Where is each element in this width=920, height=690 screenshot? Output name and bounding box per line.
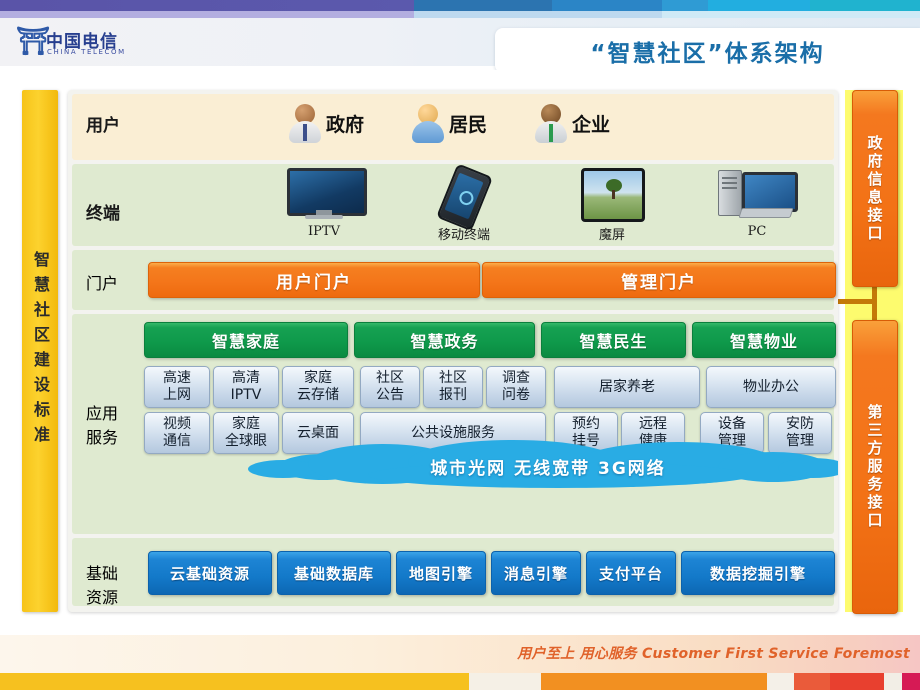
- application-category-row: 智慧家庭 智慧政务 智慧民生 智慧物业: [144, 322, 836, 358]
- network-cloud: 城市光网 无线宽带 3G网络: [248, 438, 838, 492]
- terminal-iptv-label: IPTV: [308, 224, 340, 239]
- slide-root: ⛩ 中国电信 CHINA TELECOM “智慧社区”体系架构 智慧社区建设标准…: [0, 0, 920, 690]
- base-message-engine[interactable]: 消息引擎: [491, 551, 581, 595]
- footer-color-bar: [0, 673, 920, 690]
- terminal-list: IPTV 移动终端 魔屏 PC: [222, 163, 822, 246]
- category-smart-gov[interactable]: 智慧政务: [354, 322, 535, 358]
- footer-slogan: 用户至上 用心服务 Customer First Service Foremos…: [517, 646, 910, 662]
- user-list: 政府 居民 企业: [287, 102, 610, 144]
- top-color-bar: [0, 0, 920, 11]
- terminal-layer-label: 终端: [86, 204, 120, 224]
- service-community-press[interactable]: 社区 报刊: [423, 366, 483, 408]
- user-enterprise-label: 企业: [572, 113, 611, 136]
- telecom-mark-icon: ⛩: [16, 26, 51, 57]
- page-footer: 用户至上 用心服务 Customer First Service Foremos…: [0, 635, 920, 690]
- page-header: ⛩ 中国电信 CHINA TELECOM “智慧社区”体系架构: [0, 18, 920, 73]
- service-home-cloud-storage[interactable]: 家庭 云存储: [282, 366, 354, 408]
- terminal-iptv: IPTV: [264, 168, 384, 239]
- china-telecom-logo: ⛩ 中国电信 CHINA TELECOM: [16, 26, 146, 62]
- terminal-pc-label: PC: [747, 224, 767, 239]
- user-avatar-enterprise-icon: [533, 102, 569, 144]
- base-map-engine[interactable]: 地图引擎: [396, 551, 486, 595]
- category-smart-life[interactable]: 智慧民生: [541, 322, 686, 358]
- user-enterprise: 企业: [533, 102, 610, 144]
- top-color-bar-secondary: [0, 11, 920, 18]
- category-smart-home[interactable]: 智慧家庭: [144, 322, 348, 358]
- terminal-magicscreen: 魔屏: [552, 168, 672, 243]
- user-government-label: 政府: [326, 113, 365, 136]
- user-layer-band: 用户 政府 居民 企业: [72, 94, 834, 160]
- terminal-layer-band: 终端 IPTV 移动终端 魔屏 PC: [72, 163, 834, 246]
- service-hd-iptv[interactable]: 高清 IPTV: [213, 366, 279, 408]
- base-database[interactable]: 基础数据库: [277, 551, 391, 595]
- user-portal-button[interactable]: 用户门户: [148, 262, 480, 298]
- left-sidebar-label: 智慧社区建设标准: [31, 251, 50, 451]
- desktop-pc-icon: [697, 168, 817, 222]
- architecture-panel: 用户 政府 居民 企业 终端 IPTV 移动终端 魔屏 PC 门户 用户门户 管…: [68, 90, 838, 612]
- category-smart-property[interactable]: 智慧物业: [692, 322, 836, 358]
- third-party-interface-label: 第三方服务接口: [865, 404, 884, 530]
- user-avatar-government-icon: [287, 102, 323, 144]
- logo-english-text: CHINA TELECOM: [47, 48, 126, 56]
- service-survey[interactable]: 调查 问卷: [486, 366, 546, 408]
- third-party-interface-button[interactable]: 第三方服务接口: [852, 320, 898, 614]
- user-resident: 居民: [410, 102, 487, 144]
- diagram-canvas: 智慧社区建设标准 政府信息接口 第三方服务接口 用户 政府 居民 企业 终端 I…: [0, 70, 920, 635]
- service-high-speed-internet[interactable]: 高速 上网: [144, 366, 210, 408]
- management-portal-button[interactable]: 管理门户: [482, 262, 836, 298]
- left-standard-sidebar: 智慧社区建设标准: [22, 90, 58, 612]
- gov-interface-label: 政府信息接口: [865, 134, 884, 243]
- network-cloud-label: 城市光网 无线宽带 3G网络: [430, 459, 666, 479]
- page-title: “智慧社区”体系架构: [590, 40, 825, 67]
- user-layer-label: 用户: [86, 116, 120, 136]
- terminal-magicscreen-label: 魔屏: [598, 228, 625, 243]
- terminal-mobile: 移动终端: [404, 163, 524, 243]
- tablet-icon: [552, 168, 672, 222]
- base-layer-label: 基础 资源: [86, 564, 119, 607]
- user-avatar-resident-icon: [410, 102, 446, 144]
- service-video-communication[interactable]: 视频 通信: [144, 412, 210, 454]
- base-data-mining[interactable]: 数据挖掘引擎: [681, 551, 835, 595]
- tv-monitor-icon: [264, 168, 384, 222]
- gov-interface-button[interactable]: 政府信息接口: [852, 90, 898, 287]
- mobile-phone-icon: [404, 163, 524, 232]
- title-banner: “智慧社区”体系架构: [495, 28, 920, 73]
- user-resident-label: 居民: [449, 113, 488, 136]
- base-cloud-resources[interactable]: 云基础资源: [148, 551, 272, 595]
- service-community-notice[interactable]: 社区 公告: [360, 366, 420, 408]
- service-property-office[interactable]: 物业办公: [706, 366, 836, 408]
- service-home-elderly-care[interactable]: 居家养老: [554, 366, 700, 408]
- terminal-pc: PC: [697, 168, 817, 239]
- portal-layer-label: 门户: [86, 274, 119, 293]
- user-government: 政府: [287, 102, 364, 144]
- base-payment-platform[interactable]: 支付平台: [586, 551, 676, 595]
- application-layer-label: 应用 服务: [86, 404, 119, 447]
